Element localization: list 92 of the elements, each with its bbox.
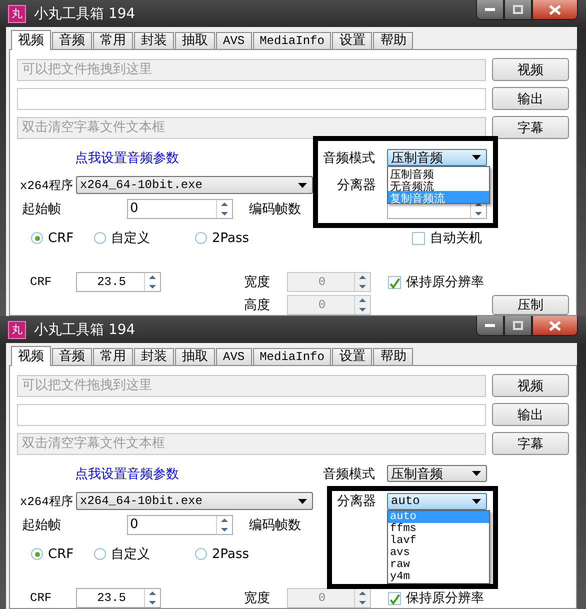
encode-button[interactable]: 压制 (492, 295, 569, 315)
video-button[interactable]: 视频 (492, 374, 569, 397)
checkbox[interactable]: 自动关机 (412, 229, 482, 247)
width-label: 宽度 (244, 274, 271, 291)
tab[interactable]: 音频 (52, 348, 92, 365)
dropdown-option[interactable]: raw (388, 558, 489, 570)
output-button[interactable]: 输出 (492, 87, 569, 110)
subtitle-button[interactable]: 字幕 (492, 116, 569, 139)
dropdown[interactable]: 压制音频 (387, 149, 487, 166)
text-field[interactable] (17, 88, 486, 110)
dropdown-option[interactable]: ffms (388, 522, 489, 534)
close-icon (549, 320, 561, 330)
tab[interactable]: AVS (216, 32, 252, 49)
tab[interactable]: 视频 (11, 346, 51, 366)
number-spinner[interactable]: 23.5 (76, 588, 161, 608)
crf-label: CRF (30, 591, 53, 605)
tab[interactable]: 音频 (52, 32, 92, 49)
x264-label: x264程序 (20, 494, 74, 510)
radio-button[interactable]: 2Pass (195, 230, 250, 246)
tab[interactable]: 设置 (332, 348, 372, 365)
dropdown-caret-icon (472, 155, 481, 160)
subtitle-button[interactable]: 字幕 (492, 432, 569, 455)
x264-label: x264程序 (20, 178, 74, 194)
demuxer-label: 分离器 (337, 177, 377, 194)
frame-count-label: 编码帧数 (249, 517, 302, 534)
radio-button[interactable]: 自定义 (94, 545, 150, 563)
dropdown-caret-icon (298, 498, 307, 504)
dropdown-option[interactable]: lavf (388, 534, 489, 546)
dropdown-caret-icon (472, 498, 481, 504)
tab[interactable]: 帮助 (373, 32, 414, 49)
tab[interactable]: 常用 (93, 32, 133, 49)
text-field[interactable] (17, 404, 486, 426)
video-button[interactable]: 视频 (492, 58, 569, 81)
tab[interactable]: 视频 (11, 30, 51, 50)
window-title: 小丸工具箱 194 (34, 4, 136, 22)
window-title: 小丸工具箱 194 (34, 320, 136, 338)
dropdown[interactable]: auto (387, 492, 487, 510)
number-spinner[interactable]: 0 (127, 515, 233, 535)
radio-button[interactable]: 2Pass (195, 546, 250, 562)
radio-button[interactable]: 自定义 (94, 229, 150, 247)
close-button[interactable] (532, 316, 578, 336)
checkmark-icon (389, 276, 400, 290)
dropdown-option[interactable]: 压制音频 (388, 167, 489, 179)
maximize-icon (513, 321, 523, 330)
checkbox[interactable]: 保持原分辨率 (388, 273, 484, 291)
tab[interactable]: 抽取 (175, 32, 215, 49)
dropdown-caret-icon (472, 471, 481, 476)
close-icon (549, 4, 561, 14)
dropdown[interactable]: 压制音频 (387, 465, 487, 482)
tab[interactable]: 封装 (134, 32, 174, 49)
minimize-icon (485, 324, 495, 328)
x264-dropdown[interactable]: x264_64-10bit.exe (76, 492, 313, 510)
maximize-icon (513, 5, 523, 14)
app-icon: 丸 (8, 320, 26, 338)
start-frame-label: 起始帧 (22, 517, 62, 534)
width-label: 宽度 (244, 590, 271, 607)
frame-count-label: 编码帧数 (249, 201, 302, 218)
tab[interactable]: 帮助 (373, 348, 414, 365)
tab[interactable]: AVS (216, 348, 252, 365)
maximize-button[interactable] (504, 0, 532, 20)
output-button[interactable]: 输出 (492, 403, 569, 426)
tab[interactable]: 抽取 (175, 348, 215, 365)
radio-button[interactable]: CRF (31, 230, 74, 246)
start-frame-label: 起始帧 (22, 201, 62, 218)
tab[interactable]: MediaInfo (252, 32, 332, 49)
dropdown-caret-icon (298, 182, 307, 188)
tab[interactable]: 设置 (332, 32, 372, 49)
demuxer-label: 分离器 (337, 493, 377, 510)
audio-settings-link[interactable]: 点我设置音频参数 (75, 464, 323, 482)
checkmark-icon (389, 592, 400, 606)
checkbox[interactable]: 保持原分辨率 (388, 589, 484, 607)
dropdown-option[interactable]: avs (388, 546, 489, 558)
radio-button[interactable]: CRF (31, 546, 74, 562)
audio-settings-link[interactable]: 点我设置音频参数 (75, 148, 323, 166)
minimize-button[interactable] (476, 0, 504, 20)
number-spinner[interactable]: 23.5 (76, 272, 161, 292)
x264-dropdown[interactable]: x264_64-10bit.exe (76, 176, 313, 194)
close-button[interactable] (532, 0, 578, 20)
tab[interactable]: 封装 (134, 348, 174, 365)
audio-mode-label: 音频模式 (323, 466, 376, 482)
audio-mode-label: 音频模式 (323, 150, 376, 166)
height-label: 高度 (244, 297, 271, 314)
app-icon: 丸 (8, 4, 26, 22)
minimize-icon (485, 8, 495, 12)
number-spinner[interactable]: 0 (127, 199, 233, 219)
tab[interactable]: 常用 (93, 348, 133, 365)
maximize-button[interactable] (504, 316, 532, 336)
minimize-button[interactable] (476, 316, 504, 336)
crf-label: CRF (30, 275, 53, 289)
dropdown-option[interactable]: y4m (388, 570, 489, 582)
tab[interactable]: MediaInfo (252, 348, 332, 365)
dropdown-option[interactable]: 无音频流 (388, 179, 489, 191)
